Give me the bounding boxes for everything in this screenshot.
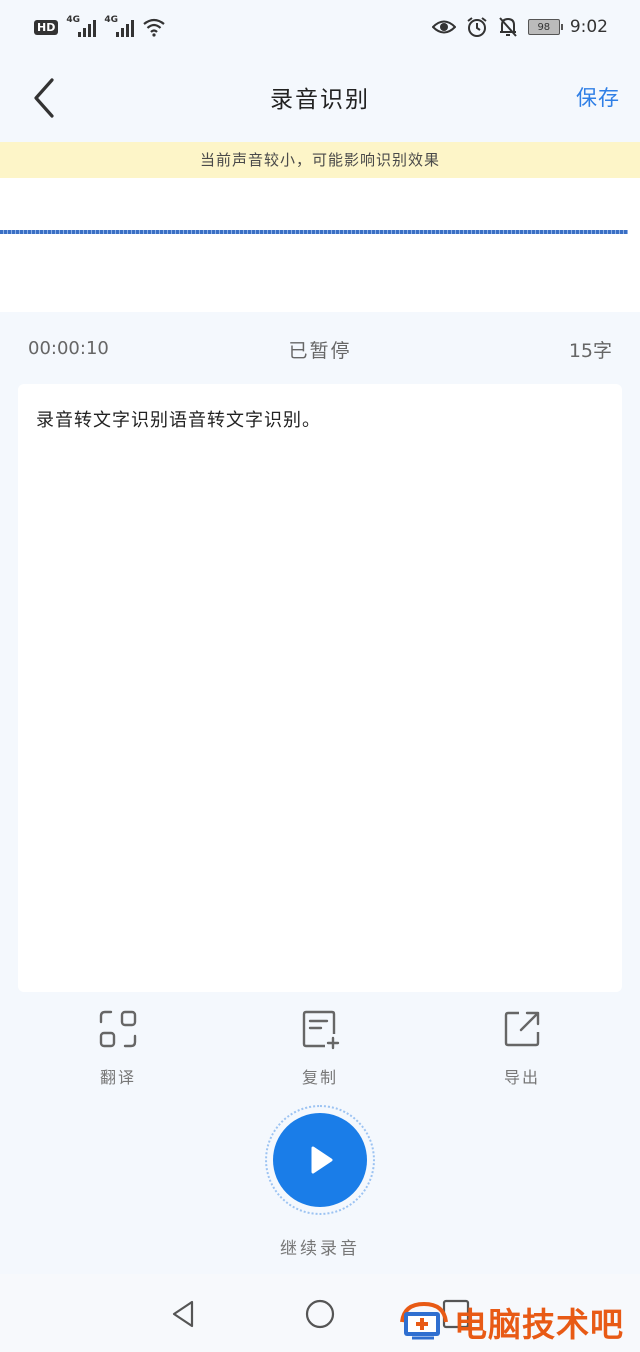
tool-bar: 翻译 复制 导出	[0, 1000, 640, 1100]
copy-icon	[302, 1010, 340, 1050]
resume-recording-button[interactable]	[265, 1105, 375, 1215]
copy-button[interactable]: 复制	[260, 1008, 380, 1088]
export-button[interactable]: 导出	[462, 1008, 582, 1088]
clock-time: 9:02	[569, 17, 608, 37]
watermark: 电脑技术吧	[398, 1296, 638, 1348]
waveform-line	[0, 230, 628, 234]
triangle-back-icon	[172, 1300, 194, 1328]
play-icon	[311, 1146, 333, 1174]
signal-icon: 4G	[104, 15, 135, 37]
waveform-area	[0, 178, 640, 312]
hd-badge: HD	[34, 19, 59, 35]
battery-icon: 98	[527, 19, 563, 35]
export-icon	[504, 1011, 540, 1047]
low-volume-notice: 当前声音较小，可能影响识别效果	[0, 142, 640, 178]
translate-icon	[99, 1010, 137, 1048]
wifi-icon	[143, 18, 166, 37]
network-type-label: 4G	[66, 15, 80, 25]
save-button[interactable]: 保存	[576, 82, 620, 112]
network-type-label: 4G	[104, 15, 118, 25]
resume-recording-label: 继续录音	[280, 1239, 360, 1259]
eye-icon	[431, 20, 456, 34]
signal-icon: 4G	[66, 15, 97, 37]
translate-button[interactable]: 翻译	[58, 1008, 178, 1088]
export-label: 导出	[503, 1068, 540, 1087]
char-count: 15字	[568, 340, 612, 362]
transcript-text[interactable]: 录音转文字识别语音转文字识别。	[36, 406, 321, 432]
mute-bell-icon	[499, 17, 517, 37]
app-header: 录音识别 保存	[0, 54, 640, 142]
nav-back-button[interactable]	[164, 1296, 204, 1332]
alarm-icon	[467, 17, 487, 37]
copy-label: 复制	[301, 1068, 338, 1087]
watermark-logo-icon	[400, 1301, 448, 1340]
transcript-card[interactable]: 录音转文字识别语音转文字识别。	[18, 384, 622, 992]
nav-home-button[interactable]	[300, 1296, 340, 1332]
circle-home-icon	[305, 1299, 335, 1329]
status-bar: HD 4G 4G 98 9:02	[0, 0, 640, 54]
recording-state: 已暂停	[288, 340, 352, 362]
page-title: 录音识别	[270, 87, 370, 113]
status-left: HD 4G 4G	[34, 14, 166, 40]
recording-info: 00:00:10 已暂停 15字	[0, 312, 640, 384]
watermark-text: 电脑技术吧	[454, 1305, 624, 1344]
play-button-face[interactable]	[273, 1113, 367, 1207]
status-right: 98 9:02	[431, 14, 608, 40]
translate-label: 翻译	[99, 1068, 136, 1087]
